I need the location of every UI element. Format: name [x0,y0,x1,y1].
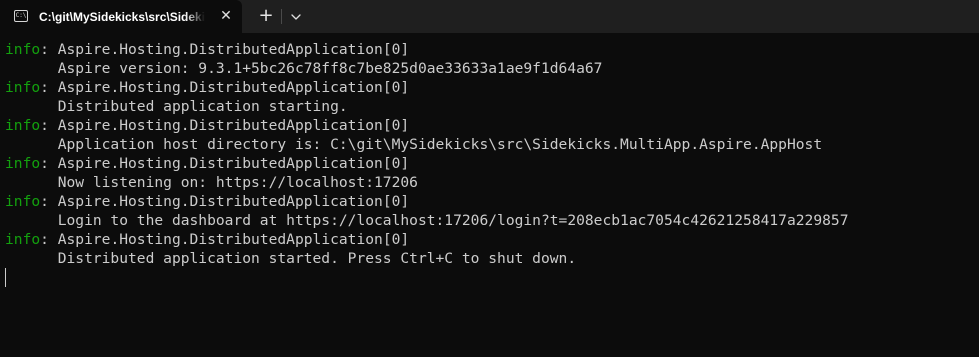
tab-terminal[interactable]: C:\ C:\git\MySidekicks\src\Sidekicks.Mul… [0,0,242,33]
log-source: Aspire.Hosting.DistributedApplication[0] [57,193,410,210]
log-source: Aspire.Hosting.DistributedApplication[0] [57,79,410,96]
terminal-lines: info: Aspire.Hosting.DistributedApplicat… [5,40,848,268]
log-line-message: Distributed application started. Press C… [5,249,848,268]
terminal-icon: C:\ [14,10,28,22]
log-source: Aspire.Hosting.DistributedApplication[0] [57,231,410,248]
log-level-label: info [5,155,41,172]
log-separator: : [40,117,58,134]
log-message: Aspire version: 9.3.1+5bc26c78ff8c7be825… [57,60,603,77]
log-level-label: info [5,41,41,58]
log-level-label: info [5,117,41,134]
log-separator: : [40,231,58,248]
log-line-header: info: Aspire.Hosting.DistributedApplicat… [5,192,848,211]
log-level-label: info [5,193,41,210]
log-separator: : [40,155,58,172]
log-separator: : [40,193,58,210]
log-line-message: Application host directory is: C:\git\My… [5,135,848,154]
log-source: Aspire.Hosting.DistributedApplication[0] [57,41,410,58]
log-message: Application host directory is: C:\git\My… [57,136,823,153]
tab-title: C:\git\MySidekicks\src\Sidekicks.MultiAp… [39,10,205,24]
log-line-header: info: Aspire.Hosting.DistributedApplicat… [5,154,848,173]
new-tab-button[interactable]: + [256,6,276,26]
text-cursor [5,268,6,287]
chevron-down-icon[interactable] [288,9,304,25]
log-line-message: Now listening on: https://localhost:1720… [5,173,848,192]
log-level-label: info [5,79,41,96]
log-message: Now listening on: https://localhost:1720… [57,174,418,191]
log-separator: : [40,41,58,58]
log-line-header: info: Aspire.Hosting.DistributedApplicat… [5,230,848,249]
log-line-header: info: Aspire.Hosting.DistributedApplicat… [5,78,848,97]
terminal-output[interactable]: info: Aspire.Hosting.DistributedApplicat… [0,33,979,357]
log-line-header: info: Aspire.Hosting.DistributedApplicat… [5,116,848,135]
log-line-message: Aspire version: 9.3.1+5bc26c78ff8c7be825… [5,59,848,78]
log-source: Aspire.Hosting.DistributedApplication[0] [57,155,410,172]
log-separator: : [40,79,58,96]
log-level-label: info [5,231,41,248]
log-line-message: Login to the dashboard at https://localh… [5,211,849,230]
terminal-window: C:\ C:\git\MySidekicks\src\Sidekicks.Mul… [0,0,979,357]
close-icon[interactable]: ✕ [218,8,234,24]
log-line-header: info: Aspire.Hosting.DistributedApplicat… [5,40,848,59]
log-line-message: Distributed application starting. [5,97,848,116]
toolbar-divider [281,9,282,24]
log-source: Aspire.Hosting.DistributedApplication[0] [57,117,410,134]
log-message: Distributed application starting. [57,98,348,115]
title-bar: C:\ C:\git\MySidekicks\src\Sidekicks.Mul… [0,0,979,33]
log-message: Distributed application started. Press C… [57,250,577,267]
log-message: Login to the dashboard at https://localh… [57,212,849,229]
